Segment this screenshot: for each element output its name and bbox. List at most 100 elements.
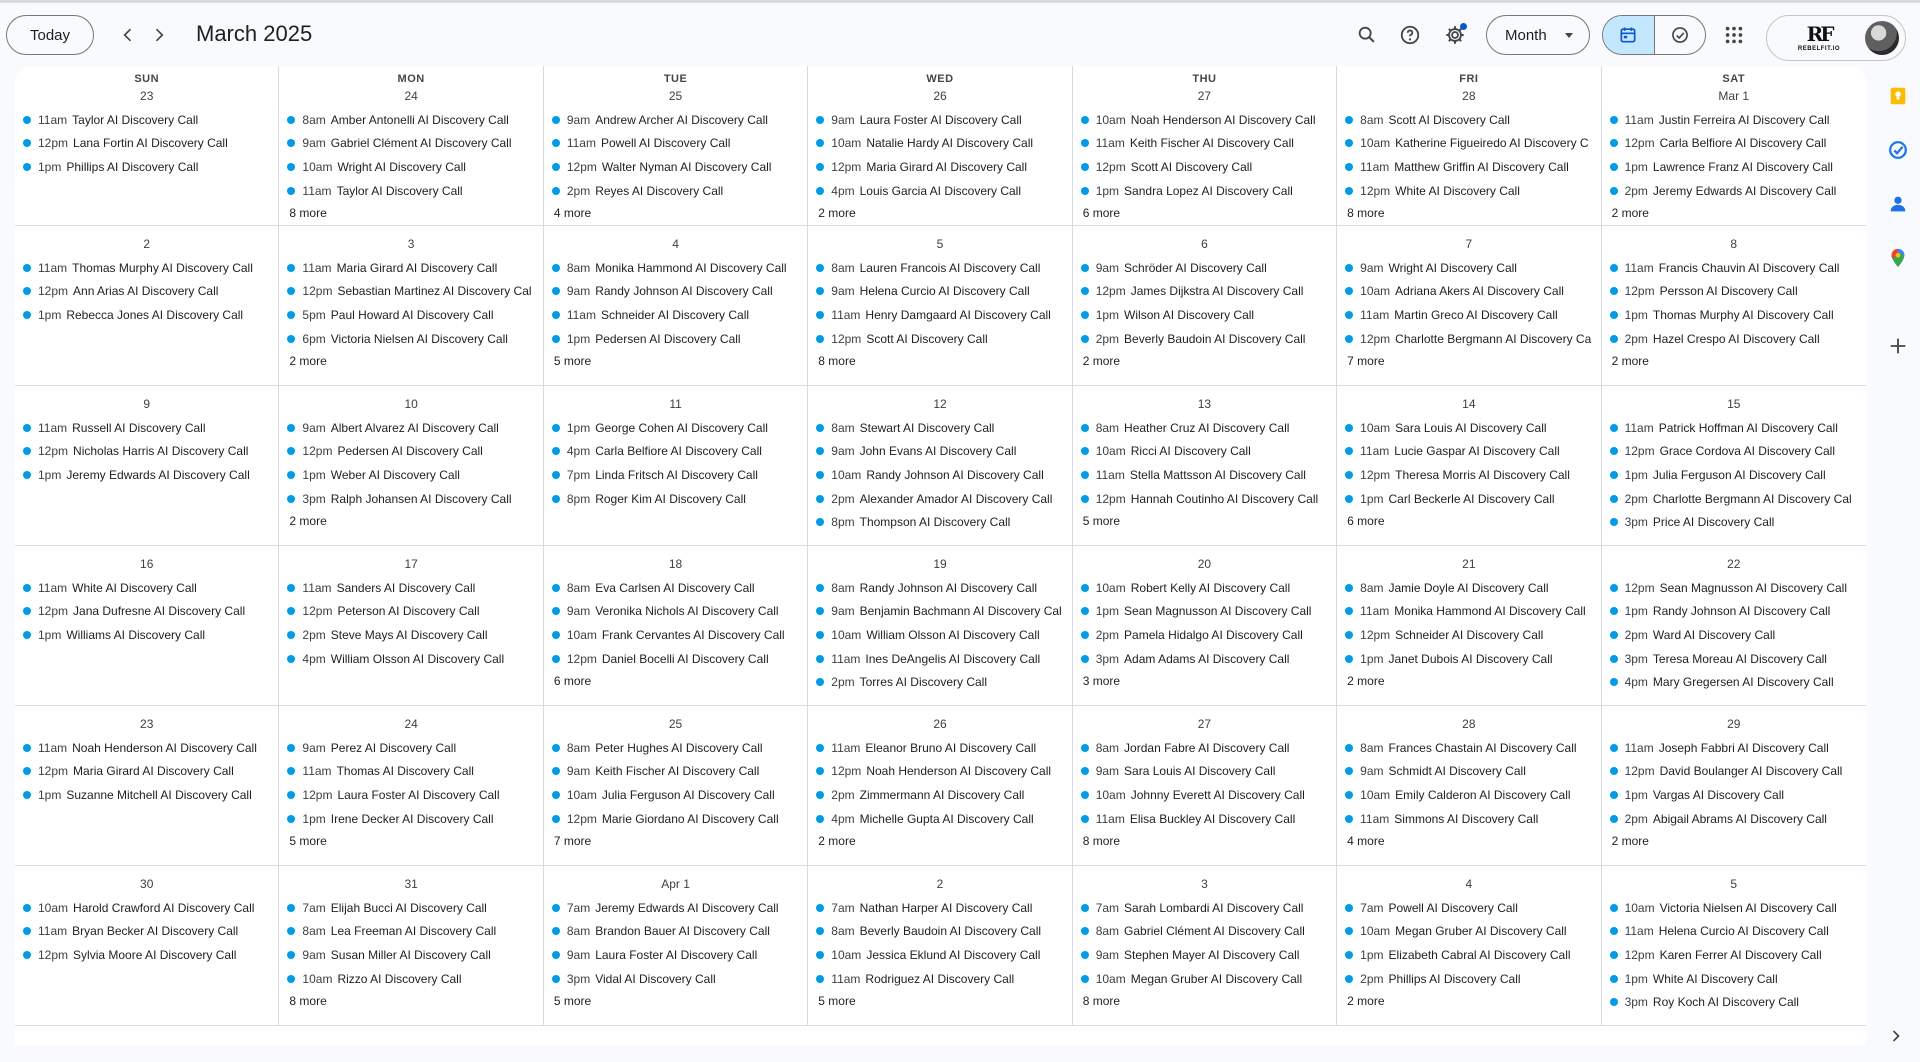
event-chip[interactable]: 12pm Karen Ferrer AI Discovery Call xyxy=(1609,943,1866,967)
event-chip[interactable]: 9am Keith Fischer AI Discovery Call xyxy=(551,760,807,784)
day-cell[interactable]: TUE 25 9am Andrew Archer AI Discovery Call 1… xyxy=(543,66,809,226)
event-chip[interactable]: 9am Veronika Nichols AI Discovery Call xyxy=(551,600,807,624)
day-cell[interactable]: 23 11am Noah Henderson AI Discovery Call 12… xyxy=(15,706,280,866)
event-chip[interactable]: 11am Martin Greco AI Discovery Call xyxy=(1345,303,1600,327)
event-chip[interactable]: 5pm Paul Howard AI Discovery Call xyxy=(287,303,542,327)
more-events-link[interactable]: 5 more xyxy=(1073,510,1336,533)
day-number[interactable]: 8 xyxy=(1602,234,1866,254)
event-chip[interactable]: 12pm Persson AI Discovery Call xyxy=(1609,280,1866,304)
more-events-link[interactable]: 4 more xyxy=(544,202,807,225)
day-number[interactable]: 26 xyxy=(808,86,1071,106)
more-events-link[interactable]: 8 more xyxy=(279,202,542,225)
event-chip[interactable]: 12pm David Boulanger AI Discovery Call xyxy=(1609,760,1866,784)
event-chip[interactable]: 11am Justin Ferreira AI Discovery Call xyxy=(1609,108,1866,132)
more-events-link[interactable]: 8 more xyxy=(1337,202,1600,225)
event-chip[interactable]: 2pm Ward AI Discovery Call xyxy=(1609,623,1866,647)
more-events-link[interactable]: 6 more xyxy=(1337,510,1600,533)
day-cell[interactable]: 22 12pm Sean Magnusson AI Discovery Call 1p… xyxy=(1601,546,1866,706)
calendar-view-toggle[interactable] xyxy=(1603,16,1654,54)
event-chip[interactable]: 9am Laura Foster AI Discovery Call xyxy=(816,108,1071,132)
more-events-link[interactable]: 8 more xyxy=(808,350,1071,373)
add-addon-button[interactable] xyxy=(1886,334,1910,358)
event-chip[interactable]: 10am Rizzo AI Discovery Call xyxy=(287,967,542,991)
event-chip[interactable]: 11am Elisa Buckley AI Discovery Call xyxy=(1080,807,1336,831)
view-selector[interactable]: Month xyxy=(1486,15,1590,55)
event-chip[interactable]: 11am Joseph Fabbri AI Discovery Call xyxy=(1609,736,1866,760)
more-events-link[interactable]: 6 more xyxy=(544,670,807,693)
more-events-link[interactable]: 2 more xyxy=(1602,350,1866,373)
event-chip[interactable]: 8am Jordan Fabre AI Discovery Call xyxy=(1080,736,1336,760)
day-cell[interactable]: 15 11am Patrick Hoffman AI Discovery Call 1… xyxy=(1601,386,1866,546)
day-cell[interactable]: 30 10am Harold Crawford AI Discovery Call 1… xyxy=(15,866,280,1026)
event-chip[interactable]: 12pm Noah Henderson AI Discovery Call xyxy=(816,760,1071,784)
day-cell[interactable]: Apr 1 7am Jeremy Edwards AI Discovery Call… xyxy=(543,866,809,1026)
more-events-link[interactable]: 8 more xyxy=(279,990,542,1013)
day-cell[interactable]: 31 7am Elijah Bucci AI Discovery Call 8am Le… xyxy=(279,866,544,1026)
day-number[interactable]: 14 xyxy=(1337,394,1600,414)
event-chip[interactable]: 9am Andrew Archer AI Discovery Call xyxy=(551,108,807,132)
event-chip[interactable]: 12pm Nicholas Harris AI Discovery Call xyxy=(23,440,278,464)
event-chip[interactable]: 11am Matthew Griffin AI Discovery Call xyxy=(1345,155,1600,179)
event-chip[interactable]: 3pm Roy Koch AI Discovery Call xyxy=(1609,990,1866,1014)
event-chip[interactable]: 2pm Charlotte Bergmann AI Discovery Cal xyxy=(1609,487,1866,511)
event-chip[interactable]: 9am Helena Curcio AI Discovery Call xyxy=(816,280,1071,304)
event-chip[interactable]: 2pm Steve Mays AI Discovery Call xyxy=(287,623,542,647)
day-cell[interactable]: 4 8am Monika Hammond AI Discovery Call 9am R… xyxy=(543,226,809,386)
event-chip[interactable]: 12pm Laura Foster AI Discovery Call xyxy=(287,783,542,807)
event-chip[interactable]: 7am Elijah Bucci AI Discovery Call xyxy=(287,896,542,920)
day-number[interactable]: 4 xyxy=(1337,874,1600,894)
event-chip[interactable]: 11am Taylor AI Discovery Call xyxy=(287,179,542,203)
event-chip[interactable]: 3pm Vidal AI Discovery Call xyxy=(551,967,807,991)
day-cell[interactable]: 3 7am Sarah Lombardi AI Discovery Call 8am G… xyxy=(1072,866,1338,1026)
day-number[interactable]: 24 xyxy=(279,86,542,106)
event-chip[interactable]: 12pm Theresa Morris AI Discovery Call xyxy=(1345,463,1600,487)
event-chip[interactable]: 8am Brandon Bauer AI Discovery Call xyxy=(551,920,807,944)
event-chip[interactable]: 9am Schmidt AI Discovery Call xyxy=(1345,760,1600,784)
event-chip[interactable]: 9am Susan Miller AI Discovery Call xyxy=(287,943,542,967)
day-cell[interactable]: 3 11am Maria Girard AI Discovery Call 12pm S… xyxy=(279,226,544,386)
event-chip[interactable]: 11am Stella Mattsson AI Discovery Call xyxy=(1080,463,1336,487)
event-chip[interactable]: 10am Megan Gruber AI Discovery Call xyxy=(1080,967,1336,991)
event-chip[interactable]: 12pm Grace Cordova AI Discovery Call xyxy=(1609,440,1866,464)
event-chip[interactable]: 10am Victoria Nielsen AI Discovery Call xyxy=(1609,896,1866,920)
more-events-link[interactable]: 5 more xyxy=(808,990,1071,1013)
event-chip[interactable]: 11am Ines DeAngelis AI Discovery Call xyxy=(816,647,1071,671)
day-number[interactable]: 25 xyxy=(544,714,807,734)
event-chip[interactable]: 10am Adriana Akers AI Discovery Call xyxy=(1345,280,1600,304)
more-events-link[interactable]: 2 more xyxy=(1073,350,1336,373)
day-number[interactable]: 19 xyxy=(808,554,1071,574)
more-events-link[interactable]: 2 more xyxy=(1337,670,1600,693)
event-chip[interactable]: 6pm Victoria Nielsen AI Discovery Call xyxy=(287,327,542,351)
day-number[interactable]: 28 xyxy=(1337,714,1600,734)
day-number[interactable]: 18 xyxy=(544,554,807,574)
event-chip[interactable]: 4pm Mary Gregersen AI Discovery Call xyxy=(1609,670,1866,694)
event-chip[interactable]: 1pm Elizabeth Cabral AI Discovery Call xyxy=(1345,943,1600,967)
event-chip[interactable]: 12pm Charlotte Bergmann AI Discovery Ca xyxy=(1345,327,1600,351)
day-number[interactable]: 31 xyxy=(279,874,542,894)
day-cell[interactable]: 4 7am Powell AI Discovery Call 10am Megan Gr… xyxy=(1337,866,1602,1026)
day-cell[interactable]: 12 8am Stewart AI Discovery Call 9am John Ev… xyxy=(808,386,1073,546)
event-chip[interactable]: 12pm White AI Discovery Call xyxy=(1345,179,1600,203)
event-chip[interactable]: 1pm White AI Discovery Call xyxy=(1609,967,1866,991)
event-chip[interactable]: 12pm Jana Dufresne AI Discovery Call xyxy=(23,600,278,624)
event-chip[interactable]: 8pm Roger Kim AI Discovery Call xyxy=(551,487,807,511)
settings-button[interactable] xyxy=(1437,17,1473,53)
event-chip[interactable]: 11am Lucie Gaspar AI Discovery Call xyxy=(1345,440,1600,464)
day-number[interactable]: 10 xyxy=(279,394,542,414)
event-chip[interactable]: 9am John Evans AI Discovery Call xyxy=(816,440,1071,464)
day-number[interactable]: 27 xyxy=(1073,714,1336,734)
event-chip[interactable]: 12pm Maria Girard AI Discovery Call xyxy=(816,155,1071,179)
event-chip[interactable]: 11am Noah Henderson AI Discovery Call xyxy=(23,736,278,760)
event-chip[interactable]: 10am Randy Johnson AI Discovery Call xyxy=(816,463,1071,487)
keep-button[interactable] xyxy=(1886,84,1910,108)
more-events-link[interactable]: 6 more xyxy=(1073,202,1336,225)
event-chip[interactable]: 12pm Sebastian Martinez AI Discovery Cal xyxy=(287,280,542,304)
event-chip[interactable]: 9am Wright AI Discovery Call xyxy=(1345,256,1600,280)
event-chip[interactable]: 1pm Williams AI Discovery Call xyxy=(23,623,278,647)
day-cell[interactable]: 24 9am Perez AI Discovery Call 11am Thomas A… xyxy=(279,706,544,866)
event-chip[interactable]: 7pm Linda Fritsch AI Discovery Call xyxy=(551,463,807,487)
day-number[interactable]: 9 xyxy=(15,394,278,414)
more-events-link[interactable]: 2 more xyxy=(1337,990,1600,1013)
event-chip[interactable]: 9am Benjamin Bachmann AI Discovery Cal xyxy=(816,600,1071,624)
apps-launcher-button[interactable] xyxy=(1716,17,1752,53)
